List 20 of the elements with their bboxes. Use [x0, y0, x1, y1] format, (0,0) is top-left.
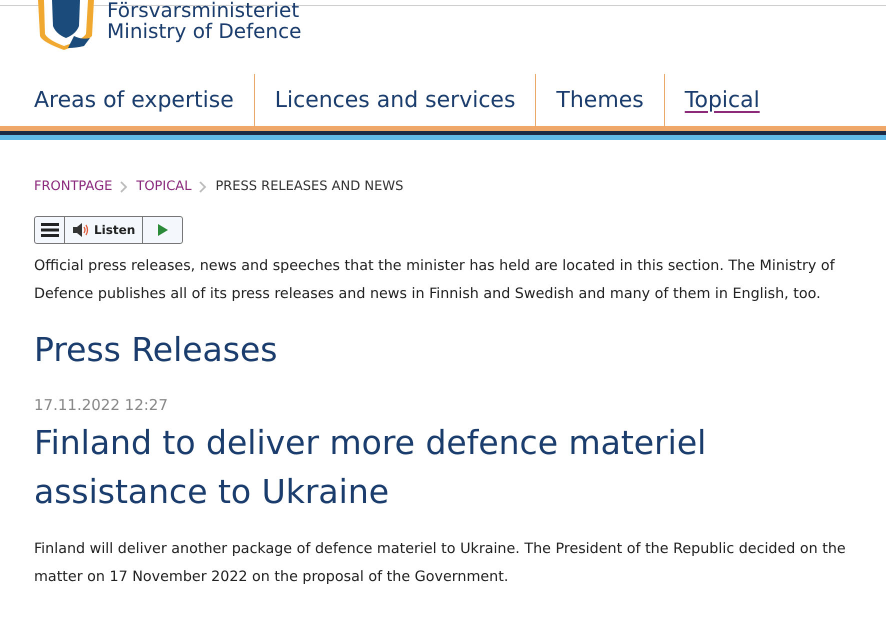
chevron-icon [120, 180, 128, 193]
intro-paragraph: Official press releases, news and speeches that the minister has held are located in this section. The Ministry of Defence publishes all of its press releases and news in Finnish and Swedish and many of them in English, too. [34, 256, 836, 304]
article-date: 17.11.2022 12:27 [34, 394, 169, 416]
speaker-icon [72, 222, 90, 236]
menu-icon [40, 222, 58, 236]
section-title: Press Releases [34, 328, 278, 370]
play-icon [158, 224, 168, 236]
nav-tab[interactable]: Themes [556, 84, 644, 116]
breadcrumb-link[interactable]: FRONTPAGE [34, 177, 112, 196]
article-summary: Finland will deliver another package of defence materiel to Ukraine. The President of the Republic decided on the matter on 17 November 2022 on the proposal of the Government. [34, 540, 847, 587]
breadcrumb-link[interactable]: TOPICAL [136, 177, 192, 196]
breadcrumb-current: PRESS RELEASES AND NEWS [215, 178, 404, 196]
chevron-icon [199, 180, 208, 193]
nav-tab[interactable]: Areas of expertise [34, 84, 234, 116]
nav-tab[interactable]: Licences and services [274, 84, 516, 116]
nav-tab[interactable]: Topical [684, 84, 760, 116]
logo-text: Ministry of Defence [107, 21, 302, 42]
logo-text: Försvarsministeriet [107, 0, 300, 21]
listen-button[interactable]: Listen [65, 216, 144, 242]
article-title[interactable]: Finland to deliver more defence materiel assistance to Ukraine [34, 418, 734, 516]
